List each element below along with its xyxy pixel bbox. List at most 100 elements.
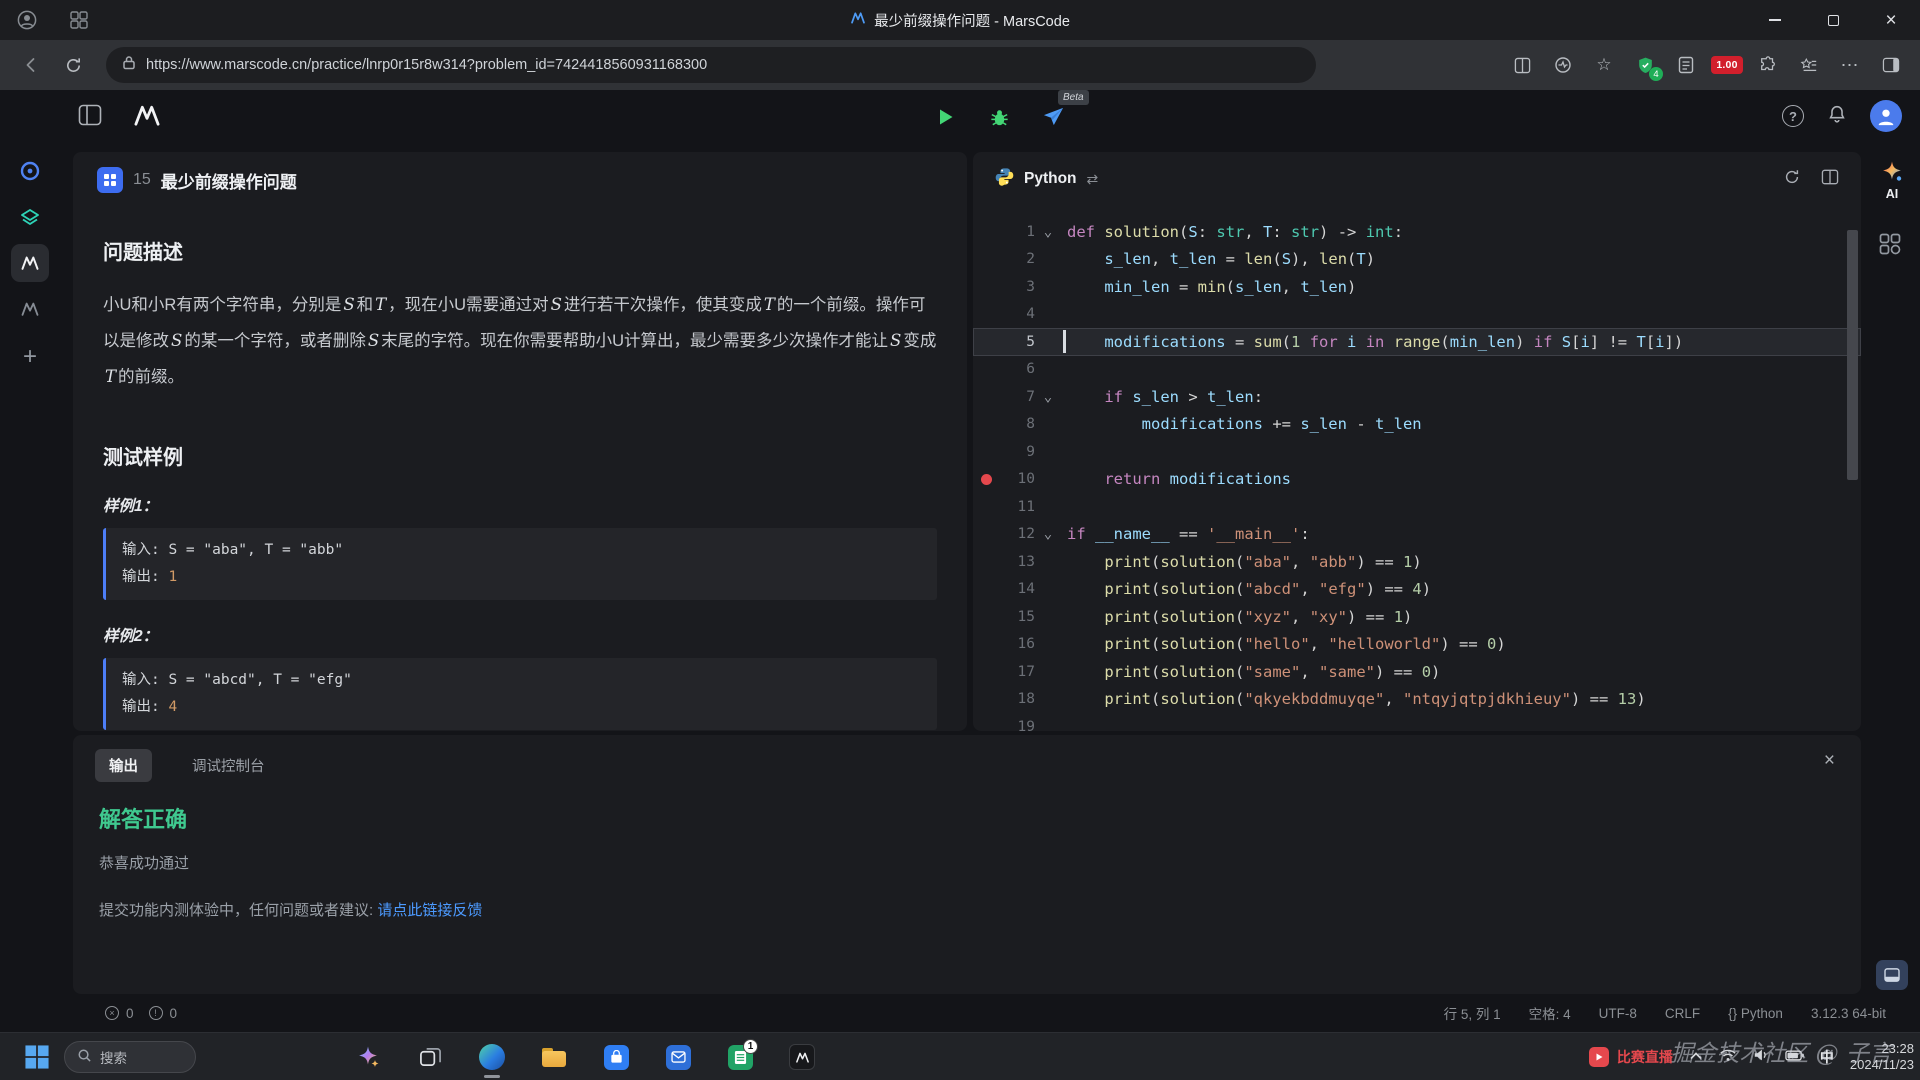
split-screen-icon[interactable] bbox=[1509, 52, 1535, 78]
panel-toggle-icon[interactable] bbox=[78, 104, 102, 131]
code-line-9[interactable]: 9 bbox=[973, 438, 1861, 466]
mail-icon[interactable] bbox=[658, 1033, 698, 1080]
line-number: 3 bbox=[1026, 278, 1035, 295]
back-icon[interactable] bbox=[16, 50, 46, 80]
edge-icon[interactable] bbox=[472, 1033, 512, 1080]
code-line-7[interactable]: 7 ⌄ if s_len > t_len: bbox=[973, 383, 1861, 411]
microsoft-store-icon[interactable] bbox=[596, 1033, 636, 1080]
language-mode[interactable]: {} Python bbox=[1728, 1006, 1783, 1021]
favorite-star-icon[interactable]: ☆ bbox=[1591, 52, 1617, 78]
code-line-16[interactable]: 16 print(solution("hello", "helloworld")… bbox=[973, 631, 1861, 659]
maximize-button[interactable] bbox=[1804, 0, 1862, 40]
tray-chevron-icon[interactable] bbox=[1689, 1048, 1703, 1066]
close-panel-icon[interactable]: × bbox=[1824, 751, 1835, 770]
indent-setting[interactable]: 空格: 4 bbox=[1529, 1003, 1571, 1023]
taskbar-search[interactable]: 搜索 bbox=[64, 1041, 196, 1073]
code-line-17[interactable]: 17 print(solution("same", "same") == 0) bbox=[973, 658, 1861, 686]
copilot-icon[interactable] bbox=[348, 1033, 388, 1080]
fold-icon[interactable]: ⌄ bbox=[1035, 389, 1061, 405]
ime-indicator[interactable]: 中 bbox=[1820, 1047, 1834, 1067]
breakpoint-gutter[interactable] bbox=[973, 473, 999, 485]
user-avatar[interactable] bbox=[1870, 100, 1902, 132]
minimize-button[interactable] bbox=[1746, 0, 1804, 40]
code-line-14[interactable]: 14 print(solution("abcd", "efg") == 4) bbox=[973, 576, 1861, 604]
code-line-11[interactable]: 11 bbox=[973, 493, 1861, 521]
code-line-1[interactable]: 1 ⌄ def solution(S: str, T: str) -> int: bbox=[973, 218, 1861, 246]
more-menu-icon[interactable]: ⋯ bbox=[1837, 52, 1863, 78]
eol-setting[interactable]: CRLF bbox=[1665, 1006, 1700, 1021]
browser-profile-icon[interactable] bbox=[14, 7, 40, 33]
extension-icon[interactable] bbox=[1755, 52, 1781, 78]
sidebar-item-projects[interactable] bbox=[11, 290, 49, 328]
volume-icon[interactable] bbox=[1753, 1048, 1769, 1067]
statusbar-right: 行 5, 列 1 空格: 4 UTF-8 CRLF {} Python 3.12… bbox=[1444, 1003, 1886, 1023]
feedback-link[interactable]: 请点此链接反馈 bbox=[377, 902, 482, 919]
extension-price-badge[interactable]: 1.00 bbox=[1711, 52, 1743, 78]
adblock-shield-icon[interactable]: 4 bbox=[1632, 52, 1663, 81]
wifi-icon[interactable] bbox=[1719, 1048, 1737, 1067]
sidebar-toggle-icon[interactable] bbox=[1878, 52, 1904, 78]
run-controls: Beta bbox=[930, 90, 1089, 132]
code-line-8[interactable]: 8 modifications += s_len - t_len bbox=[973, 411, 1861, 439]
fold-icon[interactable]: ⌄ bbox=[1035, 224, 1061, 240]
marscode-logo[interactable] bbox=[132, 102, 162, 135]
favorites-bar-icon[interactable] bbox=[1796, 52, 1822, 78]
ai-assistant-button[interactable]: AI bbox=[1872, 160, 1912, 201]
taskbar-tray: 比赛直播 中 23:28 2024/11/23 bbox=[1588, 1033, 1914, 1080]
code-line-10[interactable]: 10 return modifications bbox=[973, 466, 1861, 494]
notifications-bell-icon[interactable] bbox=[1826, 103, 1848, 130]
editor-scrollbar[interactable] bbox=[1847, 220, 1858, 723]
close-button[interactable]: × bbox=[1862, 0, 1920, 40]
refresh-icon[interactable] bbox=[58, 50, 88, 80]
code-line-6[interactable]: 6 bbox=[973, 356, 1861, 384]
code-editor[interactable]: 1 ⌄ def solution(S: str, T: str) -> int: 2 … bbox=[973, 206, 1861, 731]
interpreter-version[interactable]: 3.12.3 64-bit bbox=[1811, 1006, 1886, 1021]
code-line-12[interactable]: 12 ⌄ if __name__ == '__main__': bbox=[973, 521, 1861, 549]
scrollbar-thumb[interactable] bbox=[1847, 230, 1858, 480]
file-explorer-icon[interactable] bbox=[534, 1033, 574, 1080]
code-line-18[interactable]: 18 print(solution("qkyekbddmuyqe", "ntqy… bbox=[973, 686, 1861, 714]
code-line-19[interactable]: 19 bbox=[973, 713, 1861, 731]
breakpoint-icon[interactable] bbox=[980, 473, 992, 485]
problems-status[interactable]: × 0 ! 0 bbox=[105, 1006, 177, 1021]
plugin-icon[interactable] bbox=[1878, 232, 1902, 261]
tab-actions-icon[interactable] bbox=[66, 7, 92, 33]
code-line-4[interactable]: 4 bbox=[973, 301, 1861, 329]
help-icon[interactable]: ? bbox=[1782, 105, 1804, 127]
code-line-15[interactable]: 15 print(solution("xyz", "xy") == 1) bbox=[973, 603, 1861, 631]
browser-essentials-icon[interactable] bbox=[1550, 52, 1576, 78]
marscode-app-icon[interactable] bbox=[782, 1033, 822, 1080]
sidebar-item-ide[interactable] bbox=[11, 244, 49, 282]
taskbar-clock[interactable]: 23:28 2024/11/23 bbox=[1850, 1041, 1914, 1073]
panel-layout-button[interactable] bbox=[1876, 960, 1908, 990]
reset-code-icon[interactable] bbox=[1783, 168, 1801, 191]
live-broadcast-button[interactable]: 比赛直播 bbox=[1588, 1047, 1673, 1067]
task-view-icon[interactable] bbox=[410, 1033, 450, 1080]
tab-output[interactable]: 输出 bbox=[95, 749, 152, 782]
cursor-position[interactable]: 行 5, 列 1 bbox=[1444, 1003, 1501, 1023]
language-switch-icon[interactable]: ⇄ bbox=[1087, 171, 1099, 188]
layout-icon[interactable] bbox=[1821, 169, 1839, 190]
start-button[interactable] bbox=[24, 1044, 50, 1075]
submit-button[interactable]: Beta bbox=[1038, 90, 1089, 132]
spreadsheet-app-icon[interactable]: 1 bbox=[720, 1033, 760, 1080]
code-line-5[interactable]: 5 modifications = sum(1 for i in range(m… bbox=[973, 328, 1861, 356]
debug-button[interactable] bbox=[984, 102, 1014, 132]
code-line-3[interactable]: 3 min_len = min(s_len, t_len) bbox=[973, 273, 1861, 301]
code-line-2[interactable]: 2 s_len, t_len = len(S), len(T) bbox=[973, 246, 1861, 274]
add-panel-button[interactable]: + bbox=[11, 338, 49, 376]
run-button[interactable] bbox=[930, 102, 960, 132]
collections-icon[interactable] bbox=[1673, 52, 1699, 78]
sidebar-item-practice[interactable] bbox=[11, 152, 49, 190]
battery-icon[interactable] bbox=[1785, 1048, 1804, 1066]
url-bar[interactable]: https://www.marscode.cn/practice/lnrp0r1… bbox=[106, 47, 1316, 83]
fold-icon[interactable]: ⌄ bbox=[1035, 526, 1061, 542]
encoding-setting[interactable]: UTF-8 bbox=[1599, 1006, 1637, 1021]
lock-icon[interactable] bbox=[122, 55, 136, 75]
problem-content[interactable]: 问题描述 小U和小R有两个字符串，分别是 S 和 T ，现在小U需要通过对 S 进行若干次操… bbox=[73, 208, 967, 731]
url-text[interactable]: https://www.marscode.cn/practice/lnrp0r1… bbox=[146, 57, 707, 73]
window-titlebar: 最少前缀操作问题 - MarsCode × bbox=[0, 0, 1920, 40]
sidebar-item-courses[interactable] bbox=[11, 198, 49, 236]
code-line-13[interactable]: 13 print(solution("aba", "abb") == 1) bbox=[973, 548, 1861, 576]
tab-debug-console[interactable]: 调试控制台 bbox=[178, 749, 279, 782]
